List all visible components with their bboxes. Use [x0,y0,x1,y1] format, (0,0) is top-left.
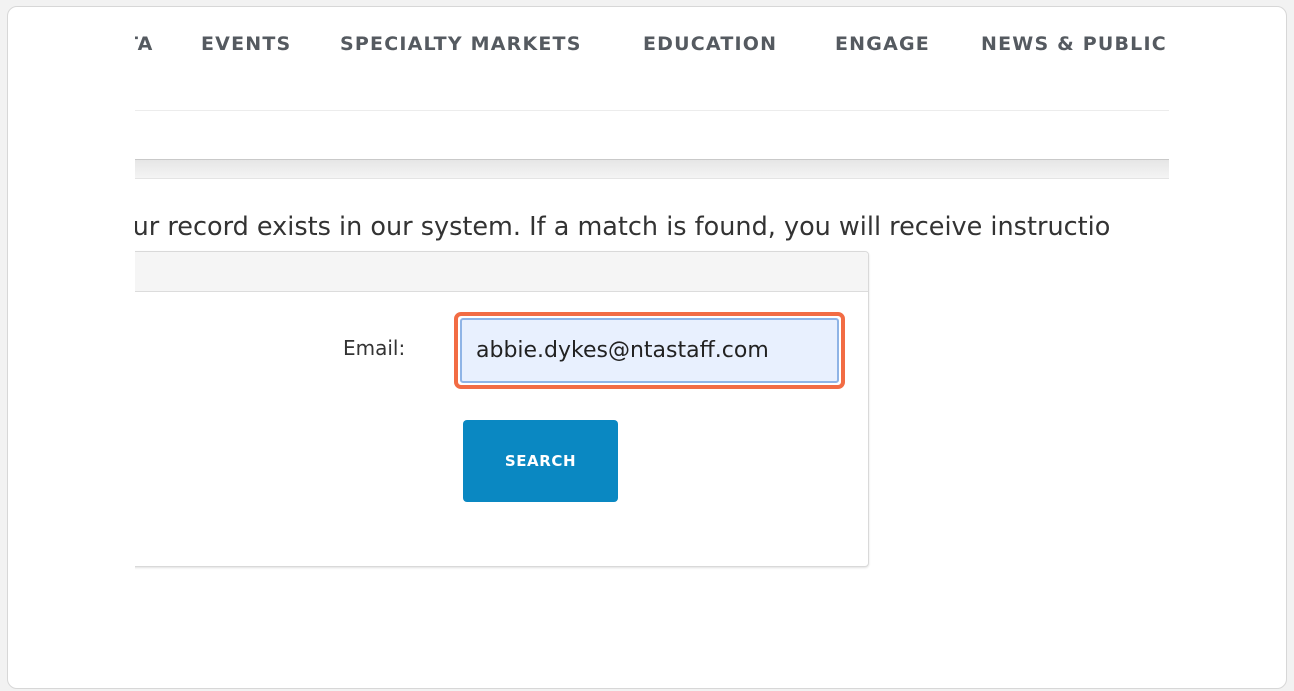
top-navigation: TA EVENTS SPECIALTY MARKETS EDUCATION EN… [135,7,1169,83]
nav-item-education[interactable]: EDUCATION [643,33,777,55]
nav-item-events[interactable]: EVENTS [201,33,291,55]
screenshot-frame: TA EVENTS SPECIALTY MARKETS EDUCATION EN… [7,6,1287,689]
nav-divider [135,110,1169,111]
search-panel: Email: SEARCH [135,251,869,567]
nav-item-news-publications[interactable]: NEWS & PUBLIC [981,33,1167,55]
email-label: Email: [343,336,406,360]
nav-item-specialty-markets[interactable]: SPECIALTY MARKETS [340,33,582,55]
nav-item-engage[interactable]: ENGAGE [835,33,930,55]
intro-text: our record exists in our system. If a ma… [135,212,1111,242]
email-field[interactable] [460,318,839,383]
search-button[interactable]: SEARCH [463,420,618,502]
section-bar [135,159,1169,179]
panel-header [135,252,868,292]
page-viewport: TA EVENTS SPECIALTY MARKETS EDUCATION EN… [135,7,1169,688]
nav-item-data[interactable]: TA [135,33,154,55]
